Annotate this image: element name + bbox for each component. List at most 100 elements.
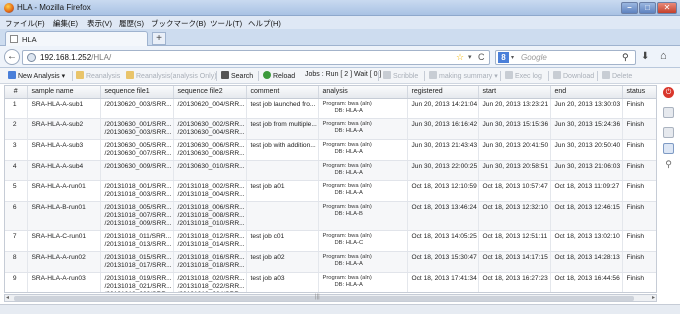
close-window-button[interactable]: ✕ <box>657 2 677 14</box>
cell-number: 3 <box>5 139 28 161</box>
cell-registered: Oct 18, 2013 14:05:25 <box>407 230 479 252</box>
analysis-program: Program: bwa (aln) <box>322 162 372 169</box>
bookmark-star-icon[interactable]: ☆ <box>456 52 464 63</box>
menu-bookmarks[interactable]: ブックマーク(B) <box>151 18 206 29</box>
new-analysis-button[interactable]: New Analysis ▾ <box>8 71 65 80</box>
jobs-grid: # sample name sequence file1 sequence fi… <box>4 85 657 293</box>
search-box[interactable]: 8 ▾ Google ⚲ <box>495 50 636 65</box>
cell-registered: Jun 30, 2013 16:16:42 <box>407 118 479 140</box>
cell-number: 2 <box>5 118 28 140</box>
reanalysis-button[interactable]: Reanalysis <box>76 71 120 80</box>
cell-sequence-file2: /20131018_006/SRR.../20131018_008/SRR...… <box>173 201 247 231</box>
cell-end: Oct 18, 2013 16:44:56 <box>550 272 623 292</box>
cell-analysis: Program: bwa (aln) DB: HLA-A <box>318 180 408 202</box>
url-bar[interactable]: 192.168.1.252/HLA/ ☆ ▾ C <box>22 50 490 65</box>
column-header-end[interactable]: end <box>550 86 623 99</box>
scroll-right-icon[interactable]: ▸ <box>652 294 655 301</box>
note-icon[interactable] <box>663 143 674 154</box>
analysis-program: Program: bwa (aln) <box>322 100 372 107</box>
menu-view[interactable]: 表示(V) <box>87 18 112 29</box>
analysis-db: DB: HLA-A <box>334 170 363 176</box>
analysis-db: DB: HLA-A <box>334 261 363 267</box>
menu-file[interactable]: ファイル(F) <box>5 18 45 29</box>
cell-comment: test job with addition... <box>246 139 319 161</box>
tab-hla[interactable]: HLA <box>5 31 148 46</box>
cell-comment: test job a01 <box>246 180 319 202</box>
home-icon[interactable]: ⌂ <box>660 50 667 62</box>
toolbar-separator <box>597 71 598 81</box>
sequence-file-entry: /20131018_001/SRR... <box>104 182 172 190</box>
maximize-button[interactable]: □ <box>639 2 656 14</box>
column-header-sequence-file2[interactable]: sequence file2 <box>173 86 247 99</box>
cell-analysis: Program: bwa (aln) DB: HLA-A <box>318 272 408 292</box>
table-row[interactable]: 7 SRA-HLA-C-run01/20131018_011/SRR.../201… <box>5 230 656 252</box>
reload-green-icon <box>263 71 271 79</box>
cell-registered: Jun 30, 2013 22:00:25 <box>407 160 479 181</box>
table-row[interactable]: 2 SRA-HLA-A-sub2/20130630_001/SRR.../2013… <box>5 118 656 140</box>
table-row[interactable]: 8 SRA-HLA-A-run02/20131018_015/SRR.../201… <box>5 251 656 273</box>
power-icon[interactable]: ⏻ <box>663 87 674 98</box>
sequence-file-entry: /20130620_003/SRR... <box>104 100 172 108</box>
column-header-analysis[interactable]: analysis <box>318 86 408 99</box>
table-row[interactable]: 3 SRA-HLA-A-sub3/20130630_005/SRR.../2013… <box>5 139 656 161</box>
scroll-left-icon[interactable]: ◂ <box>6 294 9 301</box>
reload-icon[interactable]: C <box>478 52 485 62</box>
cell-sample-name: SRA-HLA-A-sub3 <box>27 139 101 161</box>
sequence-file-entry: /20130630_009/SRR... <box>104 162 172 170</box>
search-button[interactable]: Search <box>221 71 253 80</box>
menu-tools[interactable]: ツール(T) <box>210 18 242 29</box>
table-row[interactable]: 5 SRA-HLA-A-run01/20131018_001/SRR.../201… <box>5 180 656 202</box>
reanalysis-only-button[interactable]: Reanalysis(analysis Only) <box>126 71 217 80</box>
sequence-file-entry: /20131018_018/SRR... <box>177 261 245 269</box>
summary-icon <box>429 71 437 79</box>
menu-edit[interactable]: 編集(E) <box>53 18 78 29</box>
cell-analysis: Program: bwa (aln) DB: HLA-A <box>318 118 408 140</box>
column-header-comment[interactable]: comment <box>246 86 319 99</box>
scribble-button[interactable]: Scribble <box>383 71 418 80</box>
column-header-status[interactable]: status <box>622 86 656 99</box>
copy-icon[interactable] <box>663 127 674 138</box>
column-header-sequence-file1[interactable]: sequence file1 <box>100 86 174 99</box>
making-summary-button[interactable]: making summary ▾ <box>429 71 498 80</box>
minimize-button[interactable]: – <box>621 2 638 14</box>
table-row[interactable]: 4 SRA-HLA-A-sub4/20130630_009/SRR... /2013… <box>5 160 656 181</box>
making-summary-label: making summary ▾ <box>439 73 498 80</box>
column-header-number[interactable]: # <box>5 86 28 99</box>
column-header-registered[interactable]: registered <box>407 86 479 99</box>
table-row[interactable]: 6 SRA-HLA-B-run01/20131018_005/SRR.../201… <box>5 201 656 231</box>
url-host: 192.168.1.252 <box>40 53 92 62</box>
cell-sequence-file2: /20131018_002/SRR.../20131018_004/SRR... <box>173 180 247 202</box>
analysis-program: Program: bwa (aln) <box>322 203 372 210</box>
search-engine-icon[interactable]: 8 <box>498 52 509 63</box>
toolbar-separator <box>378 71 379 81</box>
scrollbar-grip-icon: ||| <box>315 294 320 300</box>
exec-log-button[interactable]: Exec log <box>505 71 542 80</box>
scrollbar-thumb[interactable] <box>14 296 634 301</box>
downloads-icon[interactable]: ⬇ <box>641 51 649 62</box>
menu-help[interactable]: ヘルプ(H) <box>248 18 281 29</box>
delete-button[interactable]: Delete <box>602 71 632 80</box>
horizontal-scrollbar[interactable]: ◂ ||| ▸ <box>4 294 657 302</box>
column-header-sample-name[interactable]: sample name <box>27 86 101 99</box>
back-button[interactable]: ← <box>4 49 20 65</box>
cell-number: 6 <box>5 201 28 231</box>
search-engine-dropdown-icon[interactable]: ▾ <box>511 54 514 61</box>
analysis-program: Program: bwa (aln) <box>322 182 372 189</box>
menu-history[interactable]: 履歴(S) <box>119 18 144 29</box>
table-row[interactable]: 1 SRA-HLA-A-sub1/20130620_003/SRR... /2013… <box>5 98 656 119</box>
url-dropdown-icon[interactable]: ▾ <box>468 53 472 61</box>
search-icon[interactable]: ⚲ <box>622 52 629 63</box>
new-tab-button[interactable]: + <box>152 32 166 45</box>
table-row[interactable]: 9 SRA-HLA-A-run03/20131018_019/SRR.../201… <box>5 272 656 292</box>
url-text[interactable]: 192.168.1.252/HLA/ <box>40 53 111 62</box>
reload-button[interactable]: Reload <box>263 71 295 80</box>
cell-end: Jun 30, 2013 20:50:40 <box>550 139 623 161</box>
document-icon[interactable] <box>663 107 674 118</box>
sequence-file-entry: /20131018_015/SRR... <box>104 253 172 261</box>
cell-analysis: Program: bwa (aln) DB: HLA-A <box>318 251 408 273</box>
log-icon <box>505 71 513 79</box>
zoom-icon[interactable]: ⚲ <box>663 159 674 170</box>
delete-label: Delete <box>612 73 633 80</box>
column-header-start[interactable]: start <box>478 86 551 99</box>
download-button[interactable]: Download <box>553 71 594 80</box>
